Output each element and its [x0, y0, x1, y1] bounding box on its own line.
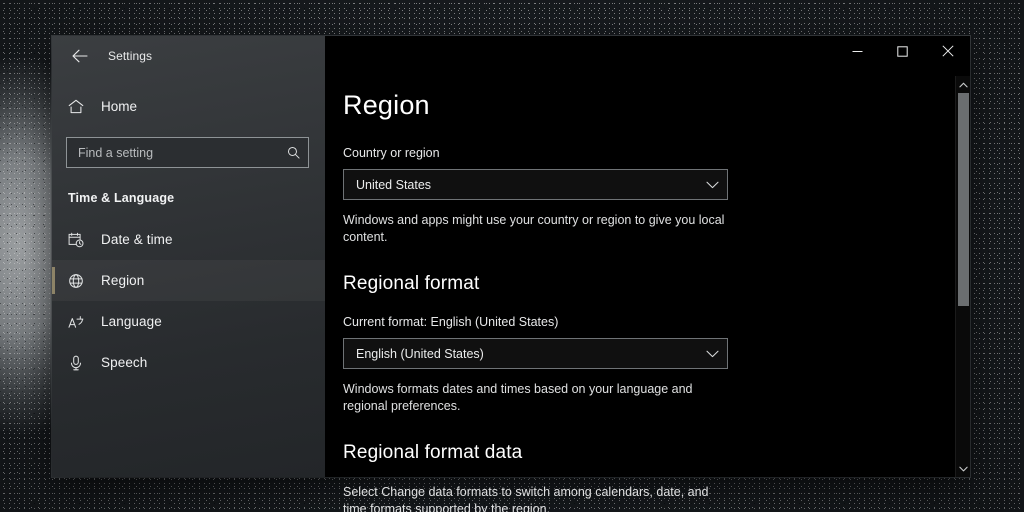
country-or-region-help-text: Windows and apps might use your country …	[343, 213, 725, 244]
calendar-clock-icon	[68, 232, 84, 248]
sidebar-label-date-and-time: Date & time	[101, 232, 173, 247]
search-box[interactable]	[66, 137, 309, 168]
nav-titlebar: Settings	[52, 36, 325, 76]
sidebar-label-region: Region	[101, 273, 145, 288]
country-or-region-dropdown[interactable]: United States	[343, 169, 728, 200]
close-button[interactable]	[925, 36, 970, 66]
sidebar-label-language: Language	[101, 314, 162, 329]
minimize-button[interactable]	[835, 36, 880, 66]
chevron-down-icon	[706, 350, 719, 358]
maximize-button[interactable]	[880, 36, 925, 66]
regional-format-value: English (United States)	[356, 346, 484, 361]
sidebar-home-label: Home	[101, 98, 138, 114]
scroll-down-button[interactable]	[956, 460, 971, 477]
navigation-pane: Settings Home Find a setting Time & Lang…	[52, 36, 325, 477]
country-or-region-value: United States	[356, 177, 432, 192]
regional-format-dropdown[interactable]: English (United States)	[343, 338, 728, 369]
content-pane: Region Country or region United States W…	[325, 36, 970, 512]
search-input[interactable]	[78, 145, 287, 160]
sidebar-nav-list: Date & time Region Language Speech	[52, 219, 325, 383]
search-icon	[287, 145, 300, 161]
scrollbar-track[interactable]	[956, 93, 971, 460]
country-or-region-label: Country or region	[343, 146, 440, 160]
language-icon	[68, 314, 84, 330]
nav-group-title: Time & Language	[68, 191, 175, 205]
page-title: Region	[343, 90, 430, 120]
scrollbar-thumb[interactable]	[957, 93, 969, 306]
sidebar-item-date-and-time[interactable]: Date & time	[52, 219, 325, 260]
chevron-down-icon	[706, 181, 719, 189]
settings-content: Region Country or region United States W…	[325, 76, 955, 512]
globe-icon	[68, 273, 84, 289]
microphone-icon	[68, 355, 84, 371]
regional-format-help-text: Windows formats dates and times based on…	[343, 382, 693, 413]
regional-format-heading: Regional format	[343, 273, 480, 294]
window-titlebar	[325, 36, 970, 76]
sidebar-item-home[interactable]: Home	[52, 88, 325, 124]
current-format-label: Current format: English (United States)	[343, 315, 559, 329]
vertical-scrollbar[interactable]	[955, 76, 970, 477]
back-button[interactable]	[58, 40, 102, 72]
sidebar-item-language[interactable]: Language	[52, 301, 325, 342]
scroll-up-button[interactable]	[956, 76, 971, 93]
window-body: Settings Home Find a setting Time & Lang…	[52, 36, 970, 512]
app-title: Settings	[108, 49, 153, 63]
home-icon	[68, 98, 84, 114]
regional-format-data-heading: Regional format data	[343, 442, 523, 463]
settings-window: Settings Home Find a setting Time & Lang…	[52, 36, 970, 512]
desktop-background: Settings Home Find a setting Time & Lang…	[0, 0, 1024, 512]
sidebar-item-region[interactable]: Region	[52, 260, 325, 301]
sidebar-label-speech: Speech	[101, 355, 148, 370]
content-scroll-area: Region Country or region United States W…	[325, 76, 970, 512]
sidebar-item-speech[interactable]: Speech	[52, 342, 325, 383]
regional-format-data-help-text: Select Change data formats to switch amo…	[343, 485, 709, 512]
